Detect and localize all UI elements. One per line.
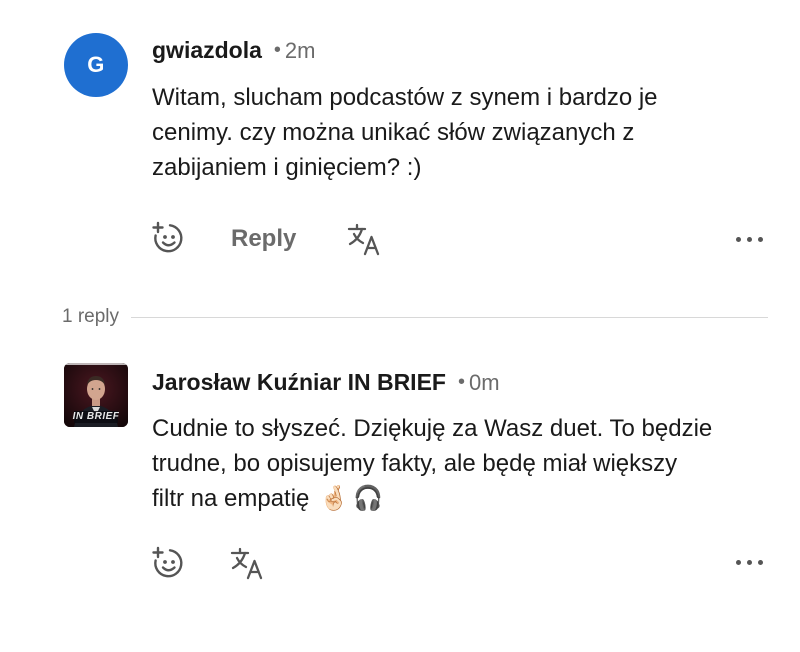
reply-text-line-end: filtr na empatię: [152, 485, 310, 512]
avatar-letter: G: [87, 52, 105, 77]
crossed-fingers-emoji: 🤞🏻: [319, 485, 350, 512]
reply-button[interactable]: Reply: [231, 225, 296, 253]
reply-author[interactable]: Jarosław Kuźniar IN BRIEF: [152, 369, 446, 396]
reply-text-line: Cudnie to słyszeć. Dziękuję za Wasz duet…: [152, 415, 713, 442]
reply-avatar[interactable]: IN BRIEF: [64, 363, 128, 427]
meta-separator: •: [273, 39, 281, 61]
replies-count[interactable]: 1 reply: [62, 306, 119, 328]
more-options-button[interactable]: [736, 560, 763, 565]
add-reaction-icon: [152, 546, 183, 578]
headphones-emoji: 🎧: [353, 485, 384, 512]
reply-text-line: trudne, bo opisujemy fakty, ale będę mia…: [152, 450, 678, 477]
add-reaction-icon: [152, 221, 183, 253]
more-horizontal-icon: [736, 560, 741, 565]
comment-meta: gwiazdola • 2m: [152, 37, 315, 64]
translate-button[interactable]: [346, 221, 382, 257]
more-options-button[interactable]: [736, 237, 763, 242]
more-dot: [758, 560, 763, 565]
avatar-caption: IN BRIEF: [72, 411, 120, 422]
avatar[interactable]: G: [64, 33, 128, 97]
reply-text: Cudnie to słyszeć. Dziękuję za Wasz duet…: [152, 411, 712, 516]
reply-time: 0m: [468, 369, 500, 395]
divider-line: [131, 316, 768, 318]
add-reaction-button[interactable]: [150, 220, 186, 256]
translate-icon: [230, 547, 263, 580]
more-dot: [758, 237, 763, 242]
translate-icon: [347, 223, 380, 256]
add-reaction-button[interactable]: [150, 545, 186, 581]
comment-text-line: zabijaniem i ginięciem? :): [152, 154, 422, 181]
replies-divider: 1 reply: [62, 306, 768, 328]
reply-text-line: filtr na empatię 🤞🏻 🎧: [152, 481, 712, 516]
comment-author[interactable]: gwiazdola: [152, 37, 262, 64]
more-dot: [747, 237, 752, 242]
comment-text: Witam, slucham podcastów z synem i bardz…: [152, 80, 658, 185]
reply-meta: Jarosław Kuźniar IN BRIEF • 0m: [152, 369, 500, 396]
translate-button[interactable]: [229, 545, 265, 581]
more-dot: [747, 560, 752, 565]
comment-text-line: cenimy. czy można unikać słów związanych…: [152, 119, 635, 146]
meta-separator: •: [457, 371, 465, 393]
more-horizontal-icon: [736, 237, 741, 242]
comment-text-line: Witam, slucham podcastów z synem i bardz…: [152, 84, 658, 111]
comment-time: 2m: [284, 37, 316, 63]
comment-thread: G gwiazdola • 2m Witam, slucham podcastó…: [0, 0, 800, 652]
